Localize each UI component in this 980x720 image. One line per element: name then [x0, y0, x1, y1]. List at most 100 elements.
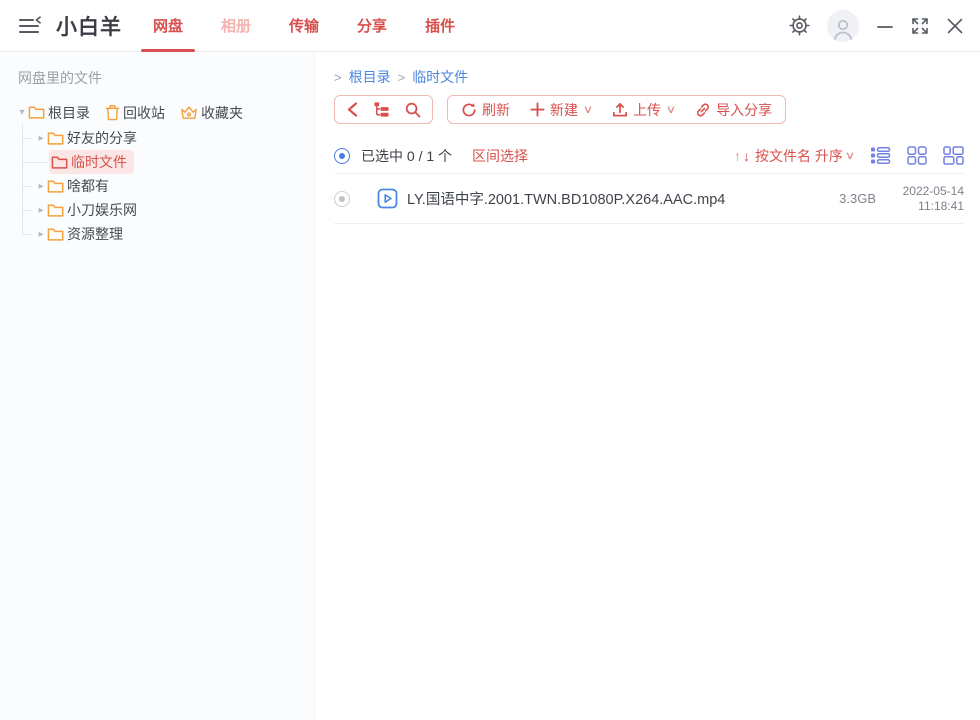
sidebar-item-label: 资源整理	[67, 224, 123, 244]
sidebar-item-label: 回收站	[123, 103, 165, 123]
tree-item-everything: ▸ 啥都有	[22, 174, 314, 198]
select-all-radio[interactable]	[334, 148, 350, 164]
sidebar-item-label: 小刀娱乐网	[67, 200, 137, 220]
app-window: 小白羊 网盘 相册 传输 分享 插件	[0, 0, 980, 720]
file-date: 2022-05-14	[892, 184, 964, 199]
close-icon[interactable]	[946, 17, 964, 35]
user-avatar[interactable]	[827, 10, 859, 42]
settings-gear-icon[interactable]	[789, 15, 810, 36]
tab-album[interactable]: 相册	[202, 0, 270, 52]
plus-icon	[530, 102, 545, 117]
caret-right-icon[interactable]: ▸	[35, 205, 47, 216]
sidebar-item-label: 好友的分享	[67, 128, 137, 148]
folder-icon	[47, 179, 64, 194]
folder-tree: ▾ 根目录 回收站	[0, 100, 314, 246]
video-file-icon	[377, 188, 398, 209]
titlebar: 小白羊 网盘 相册 传输 分享 插件	[0, 0, 980, 52]
sidebar-item-recycle-bin[interactable]: 回收站	[105, 103, 165, 123]
chevron-down-icon: ∨	[845, 149, 855, 162]
folder-icon	[51, 155, 68, 170]
tab-share[interactable]: 分享	[338, 0, 406, 52]
tab-plugins[interactable]: 插件	[406, 0, 474, 52]
selection-bar-right: ↑ ↓ 按文件名 升序 ∨	[734, 146, 964, 166]
sidebar-item-friends-share[interactable]: 好友的分享	[47, 128, 137, 148]
sidebar-item-label: 根目录	[48, 103, 90, 123]
main-panel: > 根目录 > 临时文件	[316, 53, 980, 720]
new-button[interactable]: 新建 ∨	[530, 100, 592, 120]
nav-tabs: 网盘 相册 传输 分享 插件	[134, 0, 474, 52]
tree-children: ▸ 好友的分享 临时文件	[22, 126, 314, 246]
sidebar-item-label: 临时文件	[71, 152, 127, 172]
sort-control[interactable]: ↑ ↓ 按文件名 升序 ∨	[734, 146, 854, 166]
file-datetime: 2022-05-14 11:18:41	[892, 184, 964, 214]
sidebar-item-resources[interactable]: 资源整理	[47, 224, 123, 244]
refresh-icon	[461, 102, 477, 118]
sidebar-item-label: 啥都有	[67, 176, 109, 196]
upload-icon	[612, 102, 628, 118]
sidebar-item-label: 收藏夹	[201, 103, 243, 123]
breadcrumb: > 根目录 > 临时文件	[334, 63, 964, 91]
tab-netdisk[interactable]: 网盘	[134, 0, 202, 52]
titlebar-controls	[789, 10, 964, 42]
sort-asc-arrow-icon: ↑	[734, 148, 741, 164]
sort-label: 按文件名 升序	[755, 146, 843, 166]
maximize-icon[interactable]	[911, 17, 929, 35]
folder-icon	[28, 105, 45, 120]
file-row[interactable]: LY.国语中字.2001.TWN.BD1080P.X264.AAC.mp4 3.…	[334, 174, 964, 224]
refresh-button[interactable]: 刷新	[461, 100, 510, 120]
tree-item-xiaodao: ▸ 小刀娱乐网	[22, 198, 314, 222]
sort-desc-arrow-icon: ↓	[743, 148, 750, 164]
link-icon	[695, 102, 711, 118]
search-icon[interactable]	[405, 102, 421, 118]
sidebar: 网盘里的文件 ▾ 根目录 回收站	[0, 53, 315, 720]
sidebar-item-temp-files[interactable]: 临时文件	[49, 150, 134, 174]
caret-right-icon[interactable]: ▸	[35, 133, 47, 144]
toolbar: 刷新 新建 ∨ 上传	[334, 95, 964, 124]
breadcrumb-separator: >	[334, 70, 342, 85]
crown-icon	[180, 105, 198, 121]
selection-bar: 已选中 0 / 1 个 区间选择 ↑ ↓ 按文件名 升序 ∨	[334, 138, 964, 174]
breadcrumb-separator: >	[398, 70, 406, 85]
refresh-label: 刷新	[482, 100, 510, 120]
sidebar-item-everything[interactable]: 啥都有	[47, 176, 109, 196]
back-icon[interactable]	[346, 102, 358, 117]
minimize-icon[interactable]	[876, 17, 894, 35]
folder-icon	[47, 131, 64, 146]
view-grid-icon[interactable]	[907, 146, 927, 165]
menu-fold-icon[interactable]	[16, 15, 42, 37]
toolbar-action-group: 刷新 新建 ∨ 上传	[447, 95, 786, 124]
tree-item-temp-files: 临时文件	[22, 150, 314, 174]
tab-transfer[interactable]: 传输	[270, 0, 338, 52]
file-name[interactable]: LY.国语中字.2001.TWN.BD1080P.X264.AAC.mp4	[407, 188, 839, 209]
file-time: 11:18:41	[892, 199, 964, 214]
app-title: 小白羊	[56, 11, 122, 41]
import-share-label: 导入分享	[716, 100, 772, 120]
tree-item-friends-share: ▸ 好友的分享	[22, 126, 314, 150]
view-list-icon[interactable]	[870, 146, 891, 165]
selected-count-text: 已选中 0 / 1 个	[361, 146, 452, 166]
sidebar-item-xiaodao[interactable]: 小刀娱乐网	[47, 200, 137, 220]
new-label: 新建	[550, 100, 578, 120]
range-select-button[interactable]: 区间选择	[472, 146, 528, 166]
toolbar-nav-group	[334, 95, 433, 124]
view-big-grid-icon[interactable]	[943, 146, 964, 165]
chevron-down-icon: ∨	[583, 103, 593, 116]
file-size: 3.3GB	[839, 191, 876, 206]
breadcrumb-root[interactable]: 根目录	[349, 67, 391, 87]
tree-root-row: ▾ 根目录 回收站	[0, 100, 314, 125]
upload-button[interactable]: 上传 ∨	[612, 100, 675, 120]
breadcrumb-current[interactable]: 临时文件	[412, 67, 468, 87]
sidebar-item-favorites[interactable]: 收藏夹	[180, 103, 243, 123]
sidebar-header: 网盘里的文件	[0, 53, 314, 100]
import-share-button[interactable]: 导入分享	[695, 100, 772, 120]
caret-right-icon[interactable]: ▸	[35, 181, 47, 192]
caret-right-icon[interactable]: ▸	[35, 229, 47, 240]
sidebar-item-root[interactable]: 根目录	[28, 103, 90, 123]
folder-icon	[47, 203, 64, 218]
trash-icon	[105, 104, 120, 121]
folder-icon	[47, 227, 64, 242]
tree-view-icon[interactable]	[373, 101, 390, 118]
file-select-radio[interactable]	[334, 191, 350, 207]
tree-item-resources: ▸ 资源整理	[22, 222, 314, 246]
caret-down-icon[interactable]: ▾	[16, 107, 28, 118]
